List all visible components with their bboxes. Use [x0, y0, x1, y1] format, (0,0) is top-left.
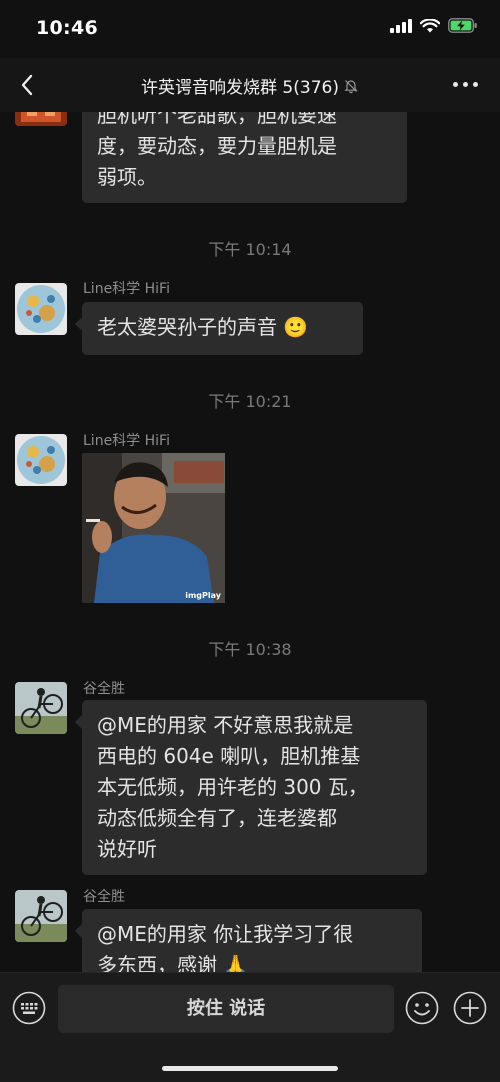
image-message[interactable]: imgPlay — [82, 453, 225, 603]
chat-title: 许英谔音响发烧群 5(376) — [141, 78, 339, 98]
smiley-icon[interactable] — [405, 991, 439, 1025]
message-text: 老太婆哭孙子的声音 — [97, 315, 277, 339]
message-text-line: 西电的 604e 喇叭，胆机推基 — [97, 744, 361, 768]
message-text-line: 动态低频全有了，连老婆都 — [97, 806, 337, 830]
message-text-line-wrap: 多东西，感谢 🙏 — [97, 950, 407, 972]
message-text-line: 说好听 — [97, 837, 157, 861]
keyboard-icon[interactable] — [12, 991, 46, 1025]
message-text-line: 胆机听个老甜歌，胆机要速 — [97, 112, 337, 127]
message-text-line: @ME的用家 你让我学习了很 — [97, 922, 354, 946]
sender-name: Line科学 HiFi — [83, 281, 170, 297]
avatar[interactable] — [15, 283, 67, 335]
avatar-image-icon — [15, 112, 67, 126]
sender-name: 谷全胜 — [83, 681, 125, 697]
message-bubble[interactable]: 胆机听个老甜歌，胆机要速 度，要动态，要力量胆机是 弱项。 — [82, 112, 407, 203]
message-bubble[interactable]: @ME的用家 你让我学习了很 多东西，感谢 🙏 — [75, 909, 422, 972]
avatar-globe-icon — [15, 434, 67, 486]
message-text-line: 弱项。 — [97, 165, 157, 189]
avatar[interactable] — [15, 890, 67, 942]
bell-muted-icon — [344, 79, 358, 93]
cool-face-emoji-icon: 🙂 — [283, 315, 309, 339]
message-bubble[interactable]: 老太婆哭孙子的声音 🙂 — [75, 302, 363, 355]
avatar-globe-icon — [15, 283, 67, 335]
message-text-line: 本无低频，用许老的 300 瓦， — [97, 775, 368, 799]
hold-to-talk-button[interactable]: 按住 说话 — [58, 985, 394, 1033]
avatar-cyclist-icon — [15, 682, 67, 734]
chat-title-area: 许英谔音响发烧群 5(376) — [0, 73, 500, 98]
image-watermark: imgPlay — [185, 591, 221, 600]
laughing-man-gif-icon — [82, 453, 225, 603]
avatar[interactable] — [15, 682, 67, 734]
timestamp: 下午 10:21 — [208, 392, 292, 411]
plus-circle-icon[interactable] — [453, 991, 487, 1025]
home-indicator — [162, 1066, 338, 1071]
battery-charging-icon — [448, 18, 477, 33]
avatar[interactable] — [15, 112, 67, 126]
avatar-cyclist-icon — [15, 890, 67, 942]
signal-icon — [390, 18, 412, 33]
message-bubble[interactable]: @ME的用家 不好意思我就是 西电的 604e 喇叭，胆机推基 本无低频，用许老… — [75, 700, 427, 875]
timestamp: 下午 10:38 — [208, 640, 292, 659]
sender-name: 谷全胜 — [83, 889, 125, 905]
message-text-line: @ME的用家 不好意思我就是 — [97, 713, 354, 737]
wifi-icon — [420, 18, 440, 32]
wechat-group-chat-screen: 10:46 许英谔音响发烧群 5(376) 胆机听个老甜歌，胆机要速 度，要动态… — [0, 0, 500, 1082]
pray-hands-emoji-icon: 🙏 — [223, 953, 249, 972]
status-time: 10:46 — [36, 17, 98, 39]
message-list[interactable]: 胆机听个老甜歌，胆机要速 度，要动态，要力量胆机是 弱项。 下午 10:14 L… — [0, 112, 500, 972]
message-text-line: 度，要动态，要力量胆机是 — [97, 134, 337, 158]
status-bar: 10:46 — [0, 0, 500, 58]
message-text-line: 多东西，感谢 — [97, 953, 217, 972]
nav-bar: 许英谔音响发烧群 5(376) — [0, 58, 500, 112]
more-dots-icon[interactable] — [453, 82, 478, 87]
message-row: 胆机听个老甜歌，胆机要速 度，要动态，要力量胆机是 弱项。 — [0, 112, 500, 208]
avatar[interactable] — [15, 434, 67, 486]
timestamp: 下午 10:14 — [208, 240, 292, 259]
sender-name: Line科学 HiFi — [83, 433, 170, 449]
status-icons — [390, 18, 478, 33]
